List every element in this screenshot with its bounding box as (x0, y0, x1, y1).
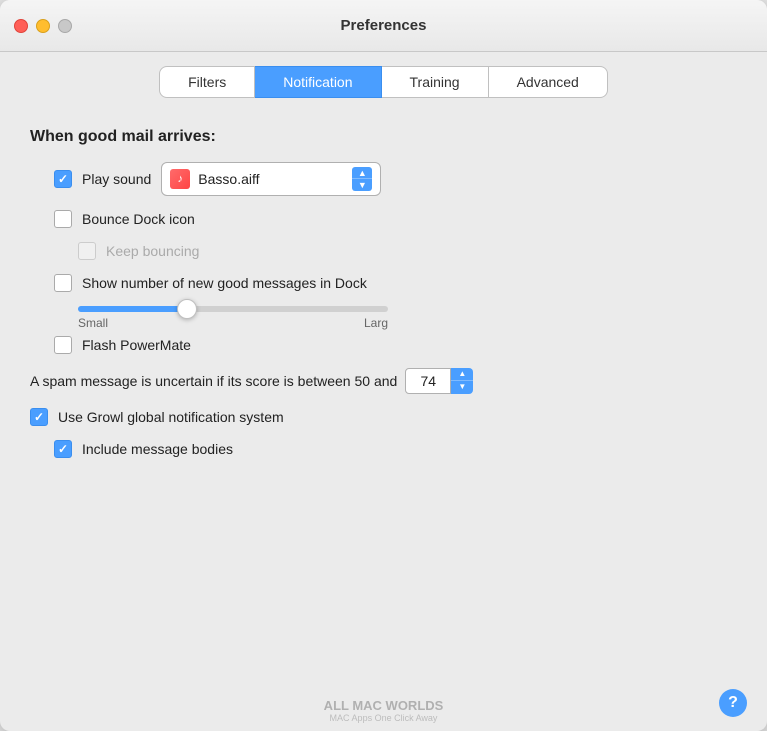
show-number-row: Show number of new good messages in Dock (54, 274, 737, 292)
spam-score-field[interactable] (405, 368, 451, 394)
bounce-dock-row: Bounce Dock icon (54, 210, 737, 228)
spam-section: A spam message is uncertain if its score… (30, 368, 737, 458)
watermark-subtitle: MAC Apps One Click Away (324, 713, 444, 723)
help-button[interactable]: ? (719, 689, 747, 717)
footer: ALL MAC WORLDS MAC Apps One Click Away ? (0, 679, 767, 731)
maximize-button[interactable] (58, 19, 72, 33)
tab-training[interactable]: Training (382, 66, 489, 98)
keep-bouncing-checkbox[interactable] (78, 242, 96, 260)
slider-container: Small Larg (78, 306, 737, 330)
minimize-button[interactable] (36, 19, 50, 33)
include-bodies-checkbox[interactable] (54, 440, 72, 458)
slider-large-label: Larg (364, 316, 388, 330)
play-sound-checkbox[interactable] (54, 170, 72, 188)
spam-score-down[interactable]: ▼ (451, 381, 473, 394)
slider-track[interactable] (78, 306, 388, 312)
spam-score-stepper[interactable]: ▲ ▼ (451, 368, 473, 394)
watermark-title: ALL MAC WORLDS (324, 698, 444, 713)
spam-text-before: A spam message is uncertain if its score… (30, 370, 397, 392)
sound-file-icon: ♪ (170, 169, 190, 189)
spam-score-row: A spam message is uncertain if its score… (30, 368, 737, 394)
use-growl-row: Use Growl global notification system (30, 408, 737, 426)
sound-dropdown[interactable]: ♪ Basso.aiff ▲ ▼ (161, 162, 381, 196)
keep-bouncing-row: Keep bouncing (78, 242, 737, 260)
tab-filters[interactable]: Filters (159, 66, 255, 98)
slider-labels: Small Larg (78, 316, 388, 330)
sound-stepper-up[interactable]: ▲ (352, 167, 372, 179)
close-button[interactable] (14, 19, 28, 33)
include-bodies-row: Include message bodies (54, 440, 737, 458)
flash-powermate-checkbox[interactable] (54, 336, 72, 354)
play-sound-label: Play sound (82, 171, 151, 187)
slider-small-label: Small (78, 316, 108, 330)
sound-stepper-down[interactable]: ▼ (352, 179, 372, 191)
show-number-checkbox[interactable] (54, 274, 72, 292)
flash-powermate-label: Flash PowerMate (82, 337, 191, 353)
include-bodies-label: Include message bodies (82, 441, 233, 457)
bounce-dock-label: Bounce Dock icon (82, 211, 195, 227)
tab-notification[interactable]: Notification (255, 66, 381, 98)
sound-stepper[interactable]: ▲ ▼ (352, 167, 372, 191)
spam-score-up[interactable]: ▲ (451, 368, 473, 381)
bounce-dock-checkbox[interactable] (54, 210, 72, 228)
titlebar: Preferences (0, 0, 767, 52)
play-sound-row: Play sound ♪ Basso.aiff ▲ ▼ (54, 162, 737, 196)
window-title: Preferences (341, 17, 427, 34)
preferences-window: Preferences Filters Notification Trainin… (0, 0, 767, 731)
keep-bouncing-label: Keep bouncing (106, 243, 199, 259)
sound-name: Basso.aiff (198, 171, 348, 187)
tab-bar: Filters Notification Training Advanced (0, 52, 767, 108)
content-area: When good mail arrives: Play sound ♪ Bas… (0, 108, 767, 679)
use-growl-checkbox[interactable] (30, 408, 48, 426)
tab-advanced[interactable]: Advanced (489, 66, 608, 98)
use-growl-label: Use Growl global notification system (58, 409, 284, 425)
flash-powermate-row: Flash PowerMate (54, 336, 737, 354)
section-title: When good mail arrives: (30, 128, 737, 146)
traffic-lights (0, 19, 72, 33)
spam-score-input: ▲ ▼ (405, 368, 473, 394)
watermark: ALL MAC WORLDS MAC Apps One Click Away (324, 698, 444, 723)
slider-fill (78, 306, 187, 312)
show-number-label: Show number of new good messages in Dock (82, 275, 367, 291)
